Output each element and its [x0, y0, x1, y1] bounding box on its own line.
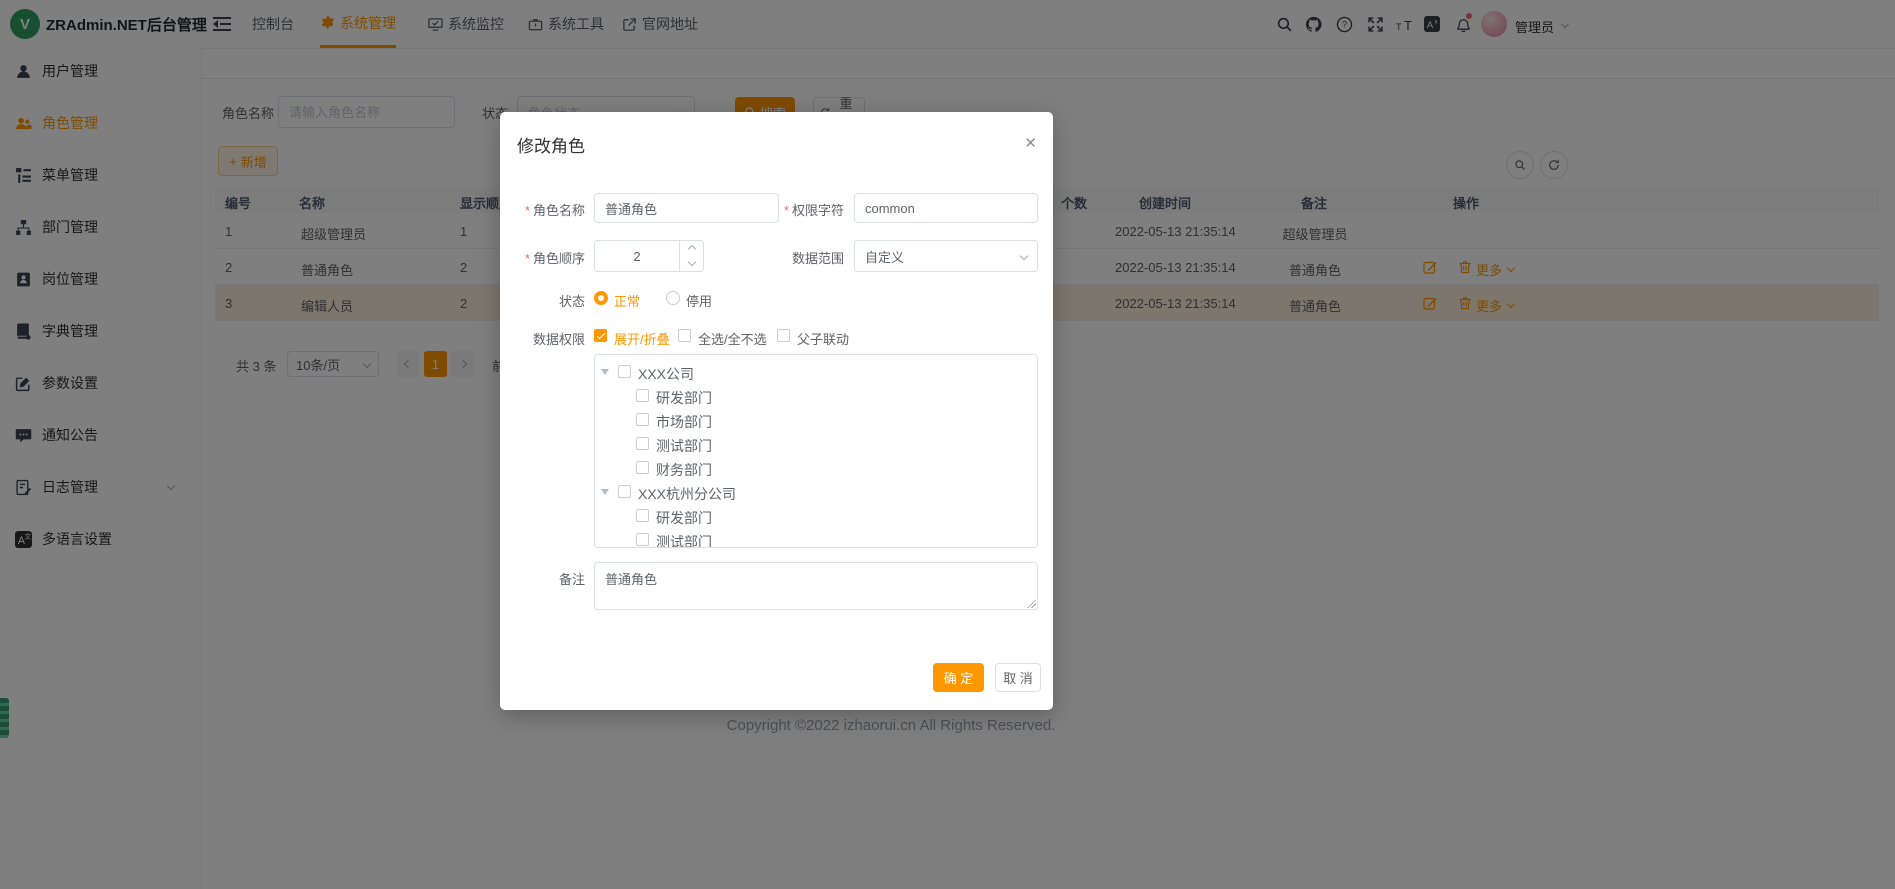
cancel-button[interactable]: 取 消 [995, 663, 1041, 692]
caret-down-icon[interactable] [601, 369, 609, 375]
role-key-label: 权限字符 [792, 203, 844, 218]
status-disabled-label: 停用 [686, 291, 712, 310]
select-all-label: 全选/全不选 [698, 329, 767, 348]
tree-node-company1[interactable]: XXX公司 [601, 361, 1031, 385]
parent-child-link-label: 父子联动 [797, 329, 849, 348]
role-name-label-wrap: *角色名称 [510, 200, 585, 219]
edit-role-dialog: 修改角色 ✕ *角色名称 *权限字符 *角色顺序 数据范围 自定义 状态 正常 … [500, 112, 1053, 710]
tree-node-company2[interactable]: XXX杭州分公司 [601, 481, 1031, 505]
data-scope-select[interactable]: 自定义 [854, 240, 1038, 272]
tree-checkbox[interactable] [636, 413, 649, 426]
tree-checkbox[interactable] [636, 461, 649, 474]
role-sort-label-wrap: *角色顺序 [510, 248, 585, 267]
dialog-title: 修改角色 [517, 132, 585, 157]
corner-widget [0, 698, 9, 738]
caret-down-icon[interactable] [601, 489, 609, 495]
status-label: 状态 [510, 291, 585, 310]
checkbox-select-all[interactable] [678, 329, 691, 342]
tree-node-dept[interactable]: 研发部门 [601, 385, 1031, 409]
tree-checkbox[interactable] [618, 365, 631, 378]
required-asterisk: * [525, 203, 530, 218]
data-scope-value: 自定义 [865, 247, 904, 266]
radio-status-disabled[interactable] [666, 291, 680, 305]
status-normal-label: 正常 [614, 291, 640, 310]
expand-collapse-label: 展开/折叠 [614, 329, 670, 348]
tree-node-label: 财务部门 [656, 460, 712, 480]
role-key-input[interactable] [854, 193, 1038, 223]
app-root: V ZRAdmin.NET后台管理 控制台 系统管理 系统监控 系统工具 官网地… [0, 0, 1895, 889]
tree-node-dept[interactable]: 市场部门 [601, 409, 1031, 433]
tree-node-label: XXX公司 [638, 364, 694, 384]
tree-node-label: XXX杭州分公司 [638, 484, 736, 504]
department-tree: XXX公司 研发部门 市场部门 测试部门 财务部门 XXX杭州分公司 [594, 354, 1038, 548]
tree-checkbox[interactable] [636, 509, 649, 522]
radio-status-normal[interactable] [594, 291, 608, 305]
tree-node-label: 研发部门 [656, 508, 712, 528]
close-icon[interactable]: ✕ [1024, 134, 1037, 152]
remark-textarea[interactable]: 普通角色 [594, 562, 1038, 610]
tree-node-dept[interactable]: 财务部门 [601, 457, 1031, 481]
required-asterisk: * [784, 203, 789, 218]
remark-label: 备注 [510, 569, 585, 588]
confirm-button[interactable]: 确 定 [933, 663, 984, 692]
tree-node-dept[interactable]: 测试部门 [601, 433, 1031, 457]
role-sort-stepper [594, 240, 704, 272]
required-asterisk: * [525, 251, 530, 266]
data-scope-label: 数据范围 [777, 248, 844, 267]
role-key-label-wrap: *权限字符 [777, 200, 844, 219]
role-name-label: 角色名称 [533, 203, 585, 218]
tree-node-dept[interactable]: 研发部门 [601, 505, 1031, 529]
role-sort-label: 角色顺序 [533, 251, 585, 266]
tree-checkbox[interactable] [636, 533, 649, 546]
chevron-down-icon [1020, 252, 1028, 260]
checkbox-expand-collapse[interactable] [594, 329, 607, 342]
stepper-down-button[interactable] [679, 255, 703, 271]
tree-node-label: 市场部门 [656, 412, 712, 432]
tree-checkbox[interactable] [636, 437, 649, 450]
role-name-input[interactable] [594, 193, 779, 223]
tree-checkbox[interactable] [636, 389, 649, 402]
tree-node-label: 测试部门 [656, 436, 712, 456]
role-sort-input[interactable] [595, 241, 679, 271]
checkbox-parent-child-link[interactable] [777, 329, 790, 342]
resize-handle[interactable] [1027, 599, 1036, 608]
tree-checkbox[interactable] [618, 485, 631, 498]
tree-node-dept[interactable]: 测试部门 [601, 529, 1031, 548]
data-perm-label: 数据权限 [510, 329, 585, 348]
tree-node-label: 测试部门 [656, 532, 712, 548]
tree-node-label: 研发部门 [656, 388, 712, 408]
